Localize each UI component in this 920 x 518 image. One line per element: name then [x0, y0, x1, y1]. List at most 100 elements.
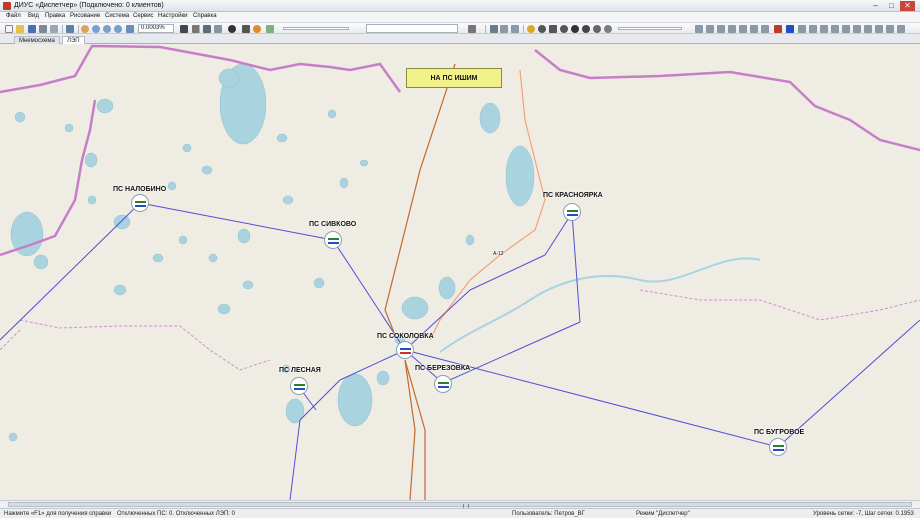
zoom-out-icon[interactable] [103, 25, 111, 33]
menu-settings[interactable]: Настройки [158, 13, 187, 19]
flag-icon [328, 238, 339, 244]
flag-stripe [400, 352, 411, 354]
close-button[interactable]: ✕ [900, 1, 915, 11]
cut-icon[interactable] [66, 25, 74, 33]
curve-icon[interactable] [717, 25, 725, 33]
display-icon[interactable] [180, 25, 188, 33]
warning-icon[interactable] [253, 25, 261, 33]
substation-sokolovka[interactable] [396, 341, 414, 359]
tab-power-lines[interactable]: ЛЭП [62, 36, 85, 44]
layers-icon[interactable] [511, 25, 519, 33]
text-font-icon[interactable] [786, 25, 794, 33]
polyline-icon[interactable] [739, 25, 747, 33]
menu-edit[interactable]: Правка [45, 13, 65, 19]
substation-berezovka[interactable] [434, 375, 452, 393]
district-borders [0, 289, 920, 371]
menu-help[interactable]: Справка [193, 13, 217, 19]
map-view[interactable]: НА ПС ИШИМ А-12 ПС НАЛОБИНО ПС СИВКОВО П… [0, 44, 920, 500]
group-icon[interactable] [842, 25, 850, 33]
search-input[interactable] [366, 24, 458, 33]
info-icon[interactable] [571, 25, 579, 33]
symbol-icon[interactable] [761, 25, 769, 33]
zoom-window-icon[interactable] [126, 25, 134, 33]
preview-icon[interactable] [50, 25, 58, 33]
properties-icon[interactable] [897, 25, 905, 33]
new-icon[interactable] [5, 25, 13, 33]
cross-tool-icon[interactable] [549, 25, 557, 33]
grid-icon[interactable] [500, 25, 508, 33]
status-grid: Уровень сетки: -7, Шаг сетки: 0.1953 [813, 511, 914, 517]
menu-drawing[interactable]: Рисование [70, 13, 100, 19]
hex-tool-icon[interactable] [538, 25, 546, 33]
substation-label: ПС СИВКОВО [309, 221, 357, 228]
substation-lesnaya[interactable] [290, 377, 308, 395]
compass-icon[interactable] [582, 25, 590, 33]
river [439, 257, 761, 353]
pen-icon[interactable] [490, 25, 498, 33]
minimize-button[interactable]: – [868, 1, 883, 11]
zoom-fit-icon[interactable] [114, 25, 122, 33]
rotate-icon[interactable] [604, 25, 612, 33]
flag-stripe [294, 388, 305, 390]
flag-stripe [438, 386, 449, 388]
menu-view[interactable]: Вид [28, 13, 39, 19]
substation-label: ПС СОКОЛОВКА [377, 333, 434, 340]
status-help: Нажмите «F1» для получения справки [4, 511, 112, 517]
substation-bugrovoe[interactable] [769, 438, 787, 456]
status-bar: Нажмите «F1» для получения справки Отклю… [0, 508, 920, 518]
flag-stripe [773, 449, 784, 451]
arrow-icon[interactable] [831, 25, 839, 33]
flag-icon [400, 348, 411, 354]
transmission-lines [0, 202, 920, 500]
target-tool-icon[interactable] [560, 25, 568, 33]
check-icon[interactable] [266, 25, 274, 33]
zoom-level-select[interactable]: 0.0003% [138, 24, 174, 33]
image-icon[interactable] [798, 25, 806, 33]
settings-icon[interactable] [593, 25, 601, 33]
external-substation-label[interactable]: НА ПС ИШИМ [406, 68, 502, 88]
circle-tool-icon[interactable] [527, 25, 535, 33]
flag-stripe [328, 242, 339, 244]
tab-mnemoscheme[interactable]: Мнемосхема [14, 36, 60, 44]
pan-hand-icon[interactable] [81, 25, 89, 33]
send-back-icon[interactable] [875, 25, 883, 33]
lakes [8, 63, 535, 442]
substation-nalobino[interactable] [131, 194, 149, 212]
distribute-icon[interactable] [706, 25, 714, 33]
polygon-icon[interactable] [750, 25, 758, 33]
print-icon[interactable] [39, 25, 47, 33]
ungroup-icon[interactable] [853, 25, 861, 33]
menu-file[interactable]: Файл [6, 13, 21, 19]
table-icon[interactable] [203, 25, 211, 33]
horizontal-scrollbar[interactable] [0, 500, 920, 508]
menu-system[interactable]: Система [105, 13, 129, 19]
text-red-icon[interactable] [774, 25, 782, 33]
status-disconnected: Отключенных ПС: 0. Отключенных ЛЭП: 0 [117, 511, 235, 517]
rectangle-icon[interactable] [809, 25, 817, 33]
scrollbar-thumb[interactable] [8, 502, 912, 508]
camera-icon[interactable] [242, 25, 250, 33]
menu-service[interactable]: Сервис [133, 13, 154, 19]
align-icon[interactable] [695, 25, 703, 33]
substation-label: ПС ЛЕСНАЯ [279, 367, 321, 374]
bring-front-icon[interactable] [864, 25, 872, 33]
line-tool-icon[interactable] [728, 25, 736, 33]
substation-sivkovo[interactable] [324, 231, 342, 249]
shield-icon[interactable] [228, 25, 236, 33]
lock-icon[interactable] [886, 25, 894, 33]
opacity-slider[interactable] [283, 27, 349, 30]
maximize-button[interactable]: □ [884, 1, 899, 11]
flag-icon [135, 201, 146, 207]
zoom-in-icon[interactable] [92, 25, 100, 33]
ellipse-icon[interactable] [820, 25, 828, 33]
substation-krasnoyarka[interactable] [563, 203, 581, 221]
flag-stripe [567, 214, 578, 216]
toolbar-separator [62, 25, 63, 33]
open-icon[interactable] [16, 25, 24, 33]
road-label: А-12 [493, 251, 504, 257]
brightness-slider[interactable] [618, 27, 682, 30]
app-icon [3, 2, 11, 10]
list-icon[interactable] [214, 25, 222, 33]
save-icon[interactable] [28, 25, 36, 33]
filter-icon[interactable] [468, 25, 476, 33]
